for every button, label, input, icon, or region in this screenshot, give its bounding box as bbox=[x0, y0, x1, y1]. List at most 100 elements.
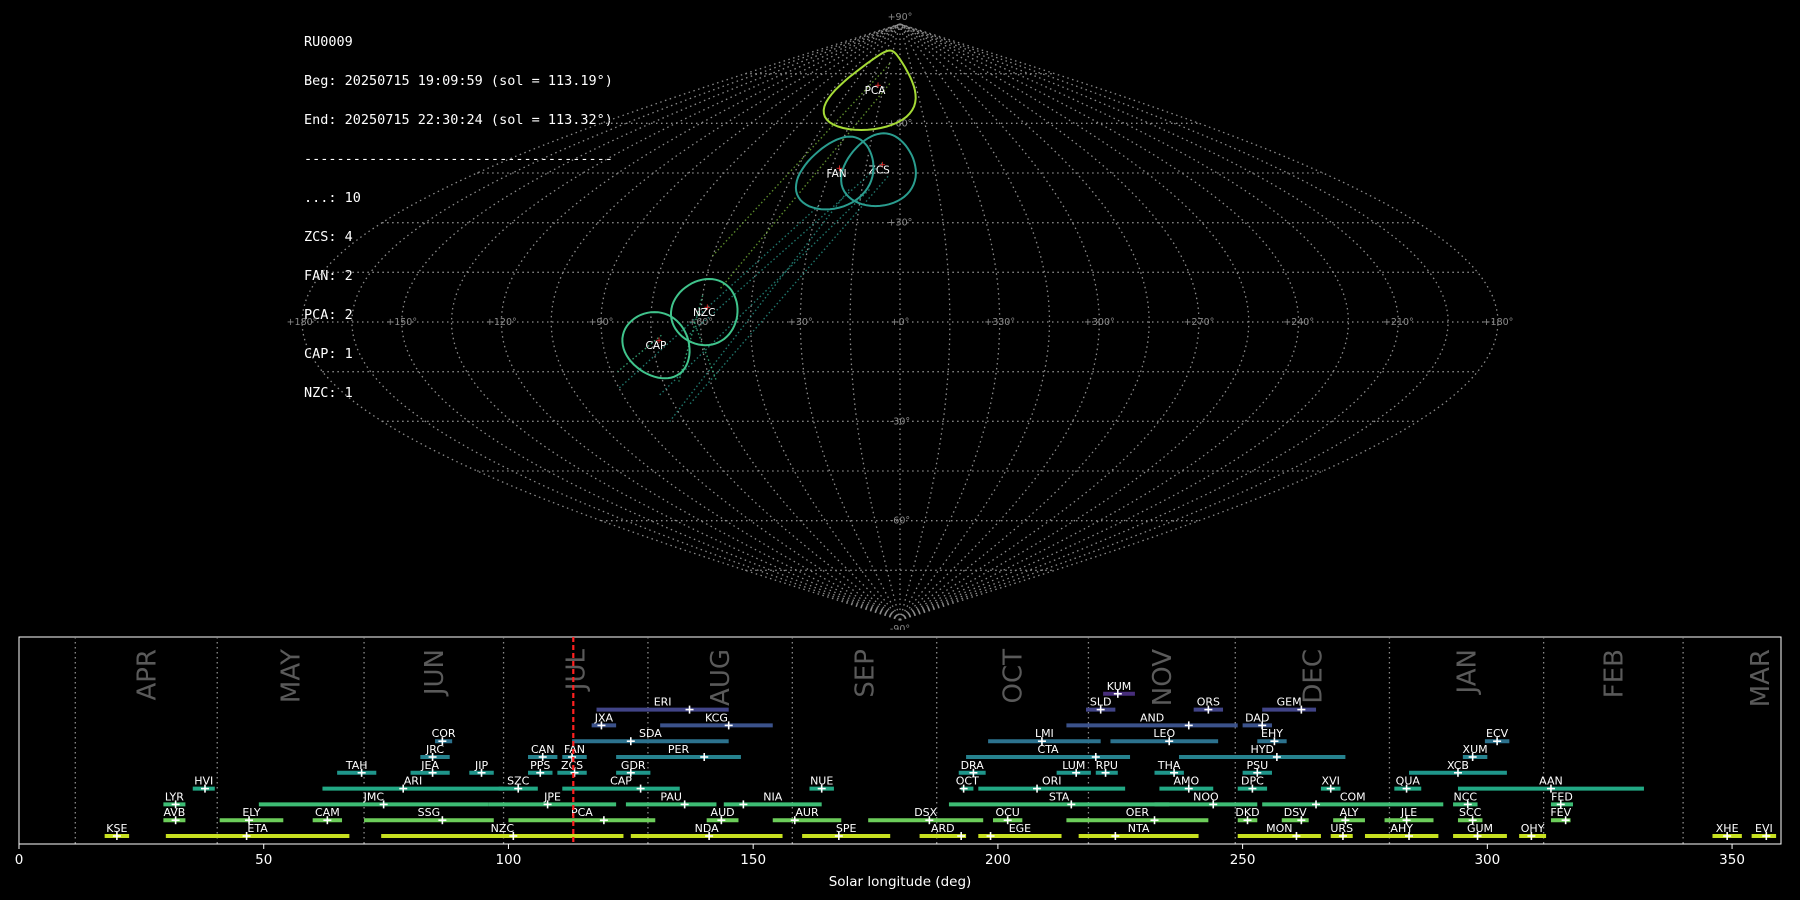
shower-ocu: OCU bbox=[992, 806, 1023, 825]
meteor-trail bbox=[712, 63, 891, 257]
shower-label: KUM bbox=[1107, 680, 1131, 693]
shower-label: AUD bbox=[711, 806, 735, 819]
month-label: AUG bbox=[706, 649, 736, 706]
shower-label: QUA bbox=[1396, 775, 1421, 788]
shower-label: ECV bbox=[1486, 727, 1509, 740]
lon-label: +120° bbox=[486, 317, 517, 328]
shower-label: HYD bbox=[1250, 743, 1273, 756]
shower-label: DKD bbox=[1235, 806, 1259, 819]
shower-ors: ORS bbox=[1193, 696, 1224, 714]
shower-label: LEO bbox=[1153, 727, 1175, 740]
shower-xum: XUM bbox=[1463, 743, 1488, 761]
shower-label: NCC bbox=[1454, 790, 1478, 803]
shower-label: JXA bbox=[594, 711, 614, 724]
shower-fed: FED bbox=[1550, 790, 1573, 809]
month-label: DEC bbox=[1298, 649, 1328, 704]
shower-label: XVI bbox=[1322, 775, 1340, 788]
shower-label: HVI bbox=[194, 775, 213, 788]
radiant-label: CAP bbox=[646, 340, 667, 352]
meteor-trail bbox=[659, 189, 870, 396]
shower-label: NTA bbox=[1128, 822, 1150, 835]
month-label: MAY bbox=[277, 649, 307, 703]
shower-label: GEM bbox=[1277, 696, 1302, 709]
shower-label: ORI bbox=[1042, 775, 1062, 788]
meteor-trail bbox=[618, 205, 819, 389]
radiant-label: FAN bbox=[827, 168, 847, 180]
x-tick-label: 0 bbox=[15, 852, 24, 868]
shower-jxa: JXA bbox=[591, 711, 617, 730]
shower-label: FAN bbox=[564, 743, 585, 756]
month-label: OCT bbox=[999, 649, 1029, 704]
shower-label: SCC bbox=[1459, 806, 1482, 819]
lon-label: +90° bbox=[589, 317, 614, 328]
shower-dkd: DKD bbox=[1235, 806, 1260, 825]
meridian-line bbox=[799, 23, 901, 621]
shower-label: SDA bbox=[639, 727, 662, 740]
shower-label: DSV bbox=[1284, 806, 1307, 819]
shower-label: OCT bbox=[956, 775, 979, 788]
shower-avb: AVB bbox=[163, 806, 186, 825]
shower-timeline-chart: APR MAY JUN JUL AUG SEP OCT NOV DEC JAN FEB MAR KSE E… bbox=[15, 636, 1782, 890]
shower-label: MON bbox=[1266, 822, 1292, 835]
shower-label: OHY bbox=[1521, 822, 1545, 835]
x-tick-label: 150 bbox=[740, 852, 766, 868]
radiant-nzc: +NZC bbox=[670, 277, 739, 347]
shower-label: URS bbox=[1330, 822, 1353, 835]
shower-label: SLD bbox=[1090, 696, 1112, 709]
shower-label: JMC bbox=[363, 790, 385, 803]
x-tick-label: 100 bbox=[496, 852, 522, 868]
shower-label: ARD bbox=[931, 822, 955, 835]
lon-label: +240° bbox=[1283, 317, 1314, 328]
lon-label: +330° bbox=[984, 317, 1015, 328]
month-label: JAN bbox=[1453, 649, 1483, 695]
shower-label: GDR bbox=[621, 759, 646, 772]
meteor-trail bbox=[688, 175, 889, 406]
lon-label: +150° bbox=[386, 317, 417, 328]
shower-label: JEA bbox=[420, 759, 439, 772]
shower-label: SZC bbox=[507, 775, 530, 788]
shower-label: KSE bbox=[106, 822, 127, 835]
shower-label: KCG bbox=[705, 711, 728, 724]
shower-label: THA bbox=[1157, 759, 1181, 772]
x-tick-label: 300 bbox=[1474, 852, 1500, 868]
shower-fan: FAN bbox=[562, 743, 587, 761]
month-label: JUL bbox=[562, 648, 592, 692]
shower-label: COR bbox=[432, 727, 456, 740]
shower-label: ETA bbox=[247, 822, 268, 835]
lon-label: +210° bbox=[1383, 317, 1414, 328]
shower-label: PSU bbox=[1246, 759, 1268, 772]
shower-label: ALY bbox=[1340, 806, 1359, 819]
shower-label: LUM bbox=[1062, 759, 1085, 772]
shower-label: GUM bbox=[1467, 822, 1493, 835]
shower-label: AND bbox=[1140, 711, 1164, 724]
x-tick-label: 250 bbox=[1230, 852, 1256, 868]
shower-label: NOO bbox=[1193, 790, 1219, 803]
shower-label: CAP bbox=[610, 775, 632, 788]
shower-label: JIP bbox=[474, 759, 488, 772]
shower-label: XUM bbox=[1463, 743, 1488, 756]
shower-qua: QUA bbox=[1394, 775, 1422, 793]
shower-label: PER bbox=[668, 743, 690, 756]
shower-label: CAM bbox=[315, 806, 340, 819]
shower-label: SSG bbox=[418, 806, 441, 819]
shower-lyr: LYR bbox=[163, 790, 186, 809]
shower-label: TAH bbox=[345, 759, 368, 772]
shower-ohy: OHY bbox=[1519, 822, 1547, 840]
shower-label: LMI bbox=[1035, 727, 1054, 740]
shower-label: ERI bbox=[654, 696, 672, 709]
shower-label: EGE bbox=[1009, 822, 1031, 835]
shower-label: COM bbox=[1340, 790, 1366, 803]
shower-label: AMO bbox=[1173, 775, 1199, 788]
shower-dpc: DPC bbox=[1237, 775, 1268, 793]
radiant-label: PCA bbox=[865, 85, 887, 97]
shower-dad: DAD bbox=[1242, 711, 1272, 730]
month-label: SEP bbox=[851, 649, 881, 698]
shower-label: XHE bbox=[1716, 822, 1739, 835]
shower-rpu: RPU bbox=[1096, 759, 1118, 777]
radiant-sky-map: +180° +150° +120° +90° +60° +30° +0° +330° +300°… bbox=[287, 12, 1514, 630]
lon-label: +180° bbox=[287, 317, 318, 328]
lon-label: +30° bbox=[788, 317, 813, 328]
meteor-trails bbox=[617, 63, 891, 422]
shower-ehy: EHY bbox=[1257, 727, 1287, 746]
month-label: MAR bbox=[1746, 649, 1776, 707]
